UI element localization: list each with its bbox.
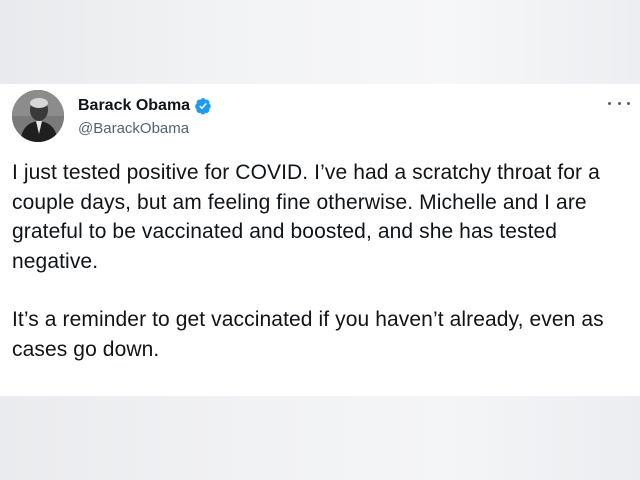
more-options-icon[interactable] [608, 96, 630, 110]
verified-badge-icon [194, 97, 212, 115]
avatar-image [12, 90, 64, 142]
avatar[interactable] [12, 90, 64, 142]
background-bottom [0, 396, 640, 480]
user-handle[interactable]: @BarackObama [78, 120, 189, 138]
display-name[interactable]: Barack Obama [78, 96, 190, 116]
tweet-paragraph: It’s a reminder to get vaccinated if you… [12, 308, 604, 361]
background-top [0, 0, 640, 84]
tweet-paragraph: I just tested positive for COVID. I’ve h… [12, 161, 600, 273]
name-row: Barack Obama [78, 96, 212, 116]
tweet-card: Barack Obama @BarackObama I just tested … [0, 84, 640, 396]
tweet-text: I just tested positive for COVID. I’ve h… [12, 158, 636, 364]
